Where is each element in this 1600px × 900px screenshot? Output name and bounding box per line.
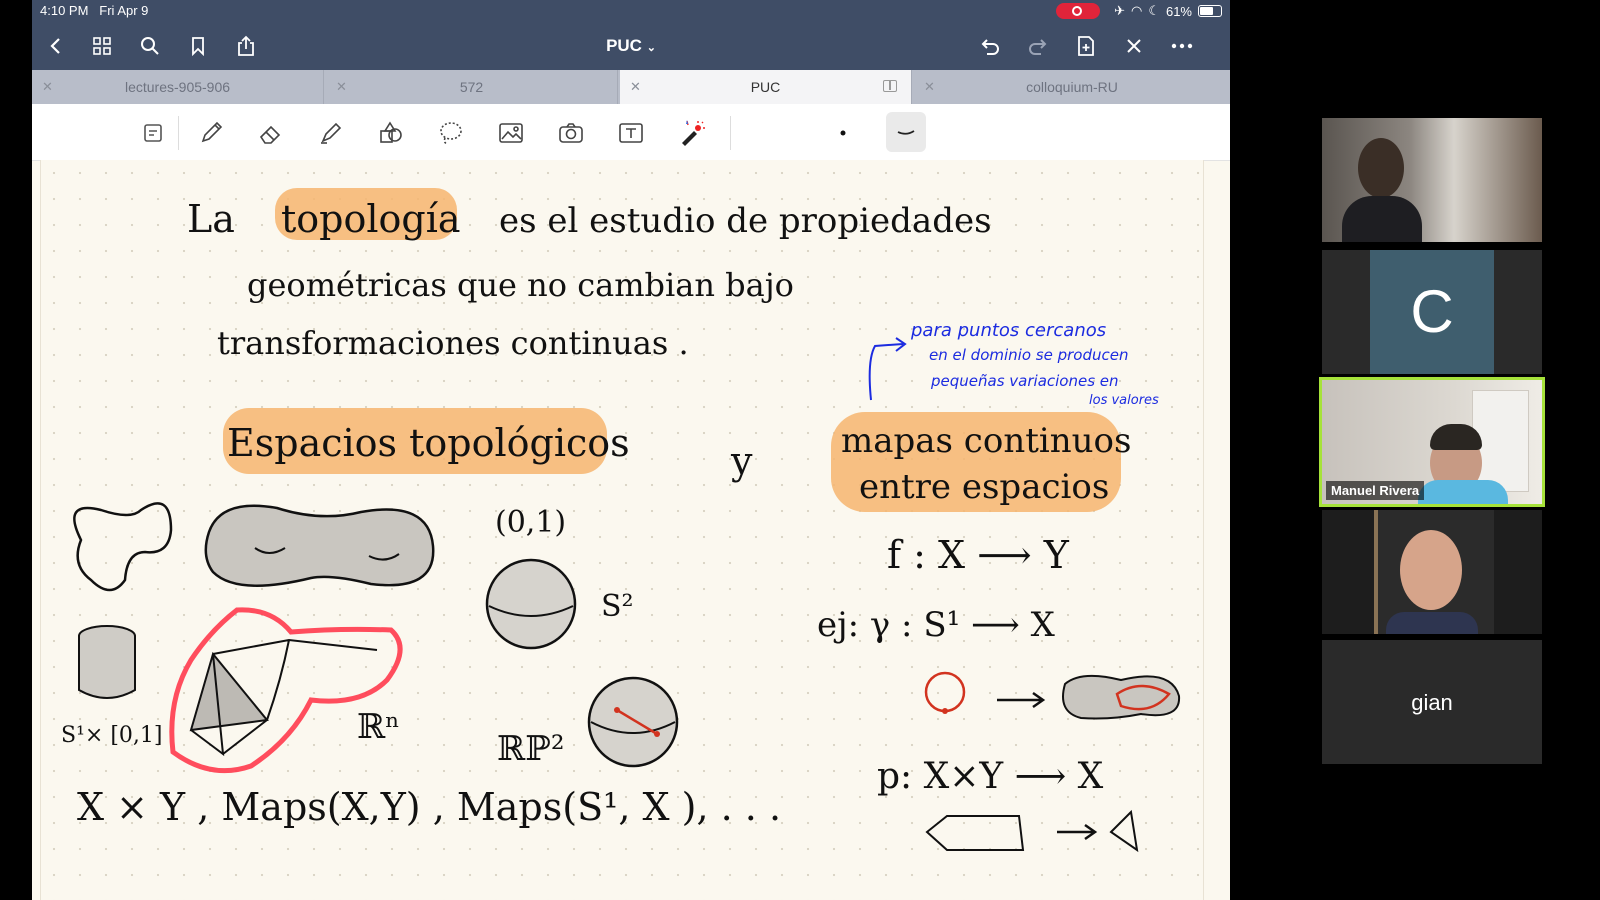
participant-tile-gian[interactable]: gian xyxy=(1322,640,1542,764)
participant-shirt xyxy=(1386,612,1478,634)
more-icon[interactable] xyxy=(1168,32,1196,60)
sphere-s2 xyxy=(485,558,577,650)
participant-initial-avatar: C xyxy=(1370,250,1494,374)
battery-icon xyxy=(1198,5,1222,17)
map-arrow xyxy=(997,691,1046,709)
undo-icon[interactable] xyxy=(976,32,1004,60)
redo-icon[interactable] xyxy=(1024,32,1052,60)
pen-icon[interactable] xyxy=(196,118,226,148)
heading-espacios: Espacios topológicos xyxy=(227,421,630,465)
tab-close-icon[interactable]: ✕ xyxy=(42,70,53,104)
two-hole-torus xyxy=(204,504,435,587)
moon-icon: ☾ xyxy=(1148,3,1160,18)
note-line1-rest: es el estudio de propiedades xyxy=(499,201,992,241)
heading-mapas-line1: mapas continuos xyxy=(841,421,1131,461)
s2-label: S² xyxy=(601,589,634,624)
prism-shape xyxy=(925,815,1025,851)
page-icon[interactable] xyxy=(138,118,168,148)
participant-name: gian xyxy=(1411,690,1453,715)
tab-lectures[interactable]: ✕ lectures-905-906 xyxy=(32,70,324,104)
tab-puc[interactable]: ✕ PUC xyxy=(620,70,912,104)
shapes-icon[interactable] xyxy=(376,118,406,148)
side-note-line2: en el dominio se producen xyxy=(929,346,1128,364)
rp2-label: ℝℙ² xyxy=(497,729,564,769)
p-map: p: X×Y ⟶ X xyxy=(877,756,1104,797)
triangle-shape xyxy=(1109,809,1139,853)
tab-572[interactable]: ✕ 572 xyxy=(326,70,618,104)
image-icon[interactable] xyxy=(496,118,526,148)
heading-y: y xyxy=(730,439,753,483)
cylinder-body xyxy=(78,636,136,699)
side-note-line1: para puntos cercanos xyxy=(910,320,1106,341)
small-torus xyxy=(1062,674,1181,720)
red-circle-s1 xyxy=(924,671,966,713)
tetrahedron xyxy=(189,651,269,732)
note-canvas[interactable]: La topología es el estudio de propiedade… xyxy=(40,160,1204,900)
nav-bar: PUC ⌄ xyxy=(32,22,1230,70)
wifi-icon: ◠ xyxy=(1130,3,1143,18)
drawing-toolbar xyxy=(32,104,1230,161)
airplane-icon: ✈ xyxy=(1114,3,1125,18)
tab-close-icon[interactable]: ✕ xyxy=(630,70,641,104)
note-line1-topologia: topología xyxy=(281,197,461,241)
participant-name-label: Manuel Rivera xyxy=(1326,481,1425,500)
side-note-line3: pequeñas variaciones en xyxy=(930,372,1119,390)
participant-video-active[interactable]: Manuel Rivera xyxy=(1319,377,1545,507)
cylinder-label: S¹× [0,1] xyxy=(61,723,162,748)
stroke-width-icon[interactable] xyxy=(886,112,926,152)
lasso-icon[interactable] xyxy=(436,118,466,148)
bottom-examples: X × Y , Maps(X,Y) , Maps(S¹, X ), . . . xyxy=(77,785,781,829)
tab-close-icon[interactable]: ✕ xyxy=(336,70,347,104)
f-map: f : X ⟶ Y xyxy=(887,533,1070,577)
side-note-arrow xyxy=(868,343,904,401)
rp2-point-a xyxy=(614,707,620,713)
participant-face xyxy=(1400,530,1462,610)
ej-map: ej: γ : S¹ ⟶ X xyxy=(817,605,1056,645)
participant-shirt xyxy=(1418,480,1508,504)
status-time: 4:10 PM Fri Apr 9 xyxy=(40,3,149,18)
split-view-icon[interactable] xyxy=(883,80,897,92)
toolbar-divider xyxy=(730,116,731,150)
toolbar-divider xyxy=(178,116,179,150)
highlighter-icon[interactable] xyxy=(316,118,346,148)
add-page-icon[interactable] xyxy=(1072,32,1100,60)
chevron-down-icon: ⌄ xyxy=(646,42,656,54)
participant-video-1[interactable] xyxy=(1322,118,1542,242)
tab-bar: ✕ lectures-905-906 ✕ 572 ✕ PUC ✕ colloquium-… xyxy=(32,70,1230,104)
eraser-icon[interactable] xyxy=(256,118,286,148)
status-bar: 4:10 PM Fri Apr 9 ✈ ◠ ☾ 61% xyxy=(32,0,1230,22)
video-gallery: C Manuel Rivera gian xyxy=(1230,0,1600,900)
participant-tile-c[interactable]: C xyxy=(1322,250,1542,374)
close-icon[interactable] xyxy=(1120,32,1148,60)
text-icon[interactable] xyxy=(616,118,646,148)
note-line1-la: La xyxy=(187,197,235,241)
ipad-screen: 4:10 PM Fri Apr 9 ✈ ◠ ☾ 61% PUC ⌄ ✕ lect… xyxy=(32,0,1230,900)
participant-face xyxy=(1358,138,1404,198)
participant-video-4[interactable] xyxy=(1322,510,1542,634)
note-line3: transformaciones continuas . xyxy=(217,324,689,362)
battery-percent: 61% xyxy=(1165,3,1192,19)
side-note-line4: los valores xyxy=(1089,393,1159,408)
heading-mapas-line2: entre espacios xyxy=(859,467,1109,507)
tab-colloquium[interactable]: ✕ colloquium-RU xyxy=(914,70,1230,104)
interval-label: (0,1) xyxy=(495,505,566,540)
color-dot-icon[interactable] xyxy=(828,118,858,148)
tab-close-icon[interactable]: ✕ xyxy=(924,70,935,104)
blob-shape xyxy=(73,502,173,592)
laser-pointer-icon[interactable] xyxy=(676,118,706,148)
screen-recording-icon xyxy=(1056,3,1101,19)
rp2-point-b xyxy=(654,731,660,737)
participant-body xyxy=(1342,196,1422,242)
rn-label: ℝⁿ xyxy=(357,707,400,747)
projection-arrow xyxy=(1057,823,1098,841)
participant-hair xyxy=(1430,424,1482,450)
note-line2: geométricas que no cambian bajo xyxy=(247,266,794,304)
camera-icon[interactable] xyxy=(556,118,586,148)
red-circle-point xyxy=(942,708,948,714)
sphere-rp2 xyxy=(587,676,679,768)
